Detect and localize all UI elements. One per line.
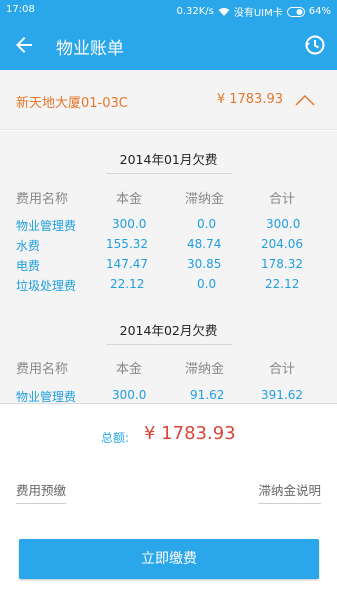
carrier-label: 没有UIM卡	[233, 8, 283, 19]
fee-late: 91.62	[190, 388, 225, 402]
history-clock-icon[interactable]	[303, 33, 327, 57]
column-header-late-fee: 滞纳金	[185, 362, 225, 377]
fee-principal: 147.47	[106, 257, 148, 271]
battery-label: 64%	[308, 6, 331, 17]
fee-name: 物业管理费	[16, 390, 77, 403]
fee-total: 391.62	[261, 388, 303, 402]
fee-name: 水费	[16, 239, 41, 253]
property-address: 新天地大厦01-03C	[16, 96, 128, 111]
fee-total: 300.0	[266, 217, 301, 231]
pay-now-button[interactable]: 立即缴费	[19, 539, 319, 579]
prepay-link[interactable]: 费用预缴	[16, 480, 67, 504]
column-header-principal: 本金	[116, 192, 143, 207]
fee-principal: 300.0	[112, 217, 147, 231]
status-bar: 17:08 0.32K/s 没有UIM卡 64%	[0, 0, 337, 20]
fee-name: 物业管理费	[16, 219, 77, 233]
page-title: 物业账单	[56, 39, 124, 59]
app-bar: 物业账单	[0, 20, 337, 70]
column-header-total: 合计	[269, 192, 296, 207]
status-right: 0.32K/s 没有UIM卡 64%	[176, 4, 331, 19]
total-value: ¥ 1783.93	[144, 423, 236, 444]
fee-total: 178.32	[261, 257, 303, 271]
late-fee-info-link[interactable]: 滞纳金说明	[258, 480, 321, 504]
column-header-name: 费用名称	[16, 362, 69, 377]
toggle-icon	[286, 6, 305, 17]
fee-principal: 300.0	[112, 388, 147, 402]
chevron-up-icon[interactable]	[295, 92, 315, 106]
bill-detail-list[interactable]: 2014年01月欠费 费用名称 本金 滞纳金 合计 物业管理费 300.0 0.…	[0, 131, 337, 403]
network-speed: 0.32K/s	[176, 6, 214, 17]
fee-late: 0.0	[197, 277, 217, 291]
wifi-icon	[218, 7, 230, 17]
month-title: 2014年02月欠费	[119, 323, 218, 338]
fee-name: 电费	[16, 259, 41, 273]
fee-name: 垃圾处理费	[16, 279, 77, 293]
fee-late: 30.85	[187, 257, 222, 271]
month-title: 2014年01月欠费	[119, 152, 218, 167]
column-header-late-fee: 滞纳金	[185, 192, 225, 207]
fee-principal: 22.12	[110, 277, 145, 291]
column-header-principal: 本金	[116, 362, 143, 377]
payment-panel: 总额: ¥ 1783.93 费用预缴 滞纳金说明 立即缴费	[0, 403, 337, 600]
fee-total: 22.12	[265, 277, 300, 291]
fee-late: 48.74	[187, 237, 222, 251]
property-amount: ¥ 1783.93	[216, 92, 283, 107]
month-divider	[106, 344, 232, 345]
back-arrow-icon[interactable]	[12, 33, 36, 57]
column-header-name: 费用名称	[16, 192, 69, 207]
fee-total: 204.06	[261, 237, 303, 251]
column-header-total: 合计	[269, 362, 296, 377]
total-label: 总额:	[101, 431, 130, 445]
fee-late: 0.0	[197, 217, 217, 231]
property-header[interactable]: 新天地大厦01-03C ¥ 1783.93	[0, 70, 337, 130]
status-time: 17:08	[6, 4, 35, 15]
fee-principal: 155.32	[106, 237, 148, 251]
month-divider	[106, 173, 232, 174]
